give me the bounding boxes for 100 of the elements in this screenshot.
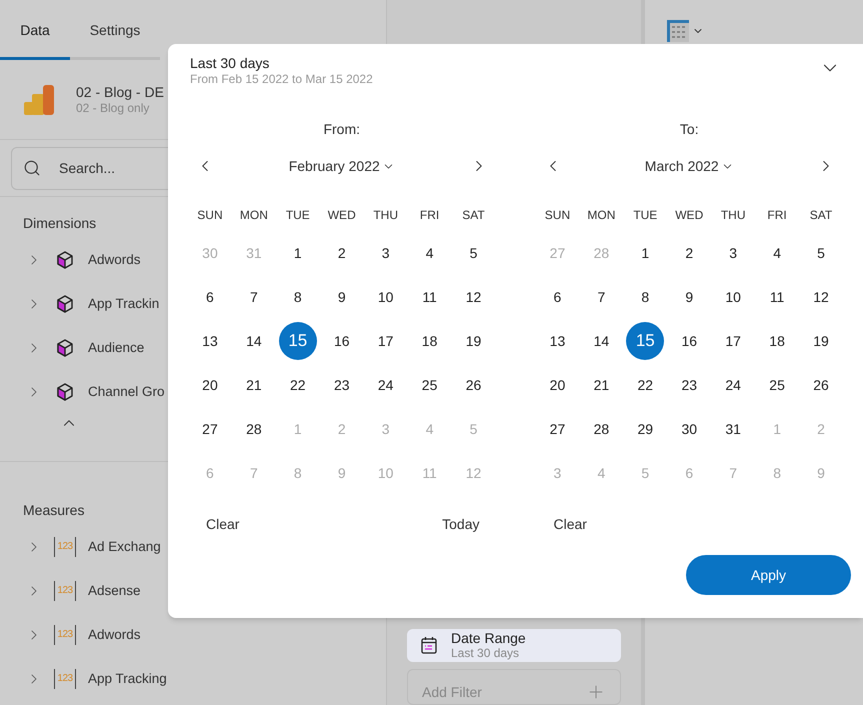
- calendar-day[interactable]: 5: [458, 241, 489, 265]
- weekday-label: FRI: [766, 207, 788, 224]
- calendar-day[interactable]: 10: [718, 285, 748, 309]
- calendar-day[interactable]: 22: [630, 373, 660, 397]
- calendar-day[interactable]: 2: [326, 241, 357, 265]
- calendar-day[interactable]: 20: [542, 373, 572, 397]
- filter-subtitle: Last 30 days: [451, 646, 520, 660]
- calendar-day[interactable]: 14: [586, 329, 616, 353]
- weekday-label: SUN: [196, 207, 224, 224]
- calendar-day[interactable]: 30: [674, 417, 704, 441]
- tree-item-label[interactable]: Audience: [88, 338, 144, 358]
- tree-item-label[interactable]: Adwords: [88, 250, 141, 270]
- calendar-day[interactable]: 15: [278, 322, 317, 360]
- calendar-day[interactable]: 13: [194, 329, 225, 353]
- filter-title: Date Range: [451, 630, 526, 646]
- calendar-day[interactable]: 25: [414, 373, 445, 397]
- calendar-footer-link[interactable]: Clear: [206, 514, 240, 534]
- calendar-day[interactable]: 11: [414, 285, 445, 309]
- source-name: 02 - Blog - DE: [76, 84, 164, 100]
- calendar-day[interactable]: 7: [238, 285, 269, 309]
- calendar-day[interactable]: 9: [674, 285, 704, 309]
- popup-title: Last 30 days: [190, 55, 270, 72]
- weekday-label: WED: [674, 207, 704, 224]
- calendar-day[interactable]: 29: [630, 417, 660, 441]
- month-selector[interactable]: February 2022: [288, 156, 395, 176]
- calendar-footer-link[interactable]: Today: [442, 514, 480, 534]
- weekday-label: MON: [586, 207, 616, 224]
- weekday-label: SAT: [808, 207, 834, 224]
- calendar-day[interactable]: 28: [238, 417, 269, 441]
- calendar-day[interactable]: 6: [542, 285, 572, 309]
- calendar-day[interactable]: 4: [414, 241, 445, 265]
- calendar-day[interactable]: 27: [542, 417, 572, 441]
- tree-item-label[interactable]: Adsense: [88, 580, 141, 602]
- popup-subtitle: From Feb 15 2022 to Mar 15 2022: [190, 72, 373, 86]
- section-heading: Dimensions: [23, 214, 96, 233]
- calendar-day[interactable]: 23: [326, 373, 357, 397]
- calendar-day[interactable]: 31: [718, 417, 748, 441]
- calendar-day[interactable]: 2: [674, 241, 704, 265]
- calendar-day[interactable]: 12: [458, 285, 489, 309]
- analytics-logo-icon: [24, 84, 54, 114]
- calendar-day[interactable]: 27: [194, 417, 225, 441]
- weekday-label: THU: [720, 207, 746, 224]
- calendar-label: To:: [680, 120, 699, 139]
- calendar-day[interactable]: 4: [762, 241, 792, 265]
- tree-item-label[interactable]: Ad Exchang: [88, 536, 161, 558]
- weekday-label: TUE: [284, 207, 311, 224]
- calendar-day[interactable]: 11: [762, 285, 792, 309]
- calendar-footer-link[interactable]: Clear: [554, 514, 587, 534]
- tree-item-label[interactable]: App Trackin: [88, 294, 160, 314]
- calendar-day[interactable]: 19: [458, 329, 489, 353]
- calendar-day[interactable]: 7: [586, 285, 616, 309]
- calendar-day[interactable]: 1: [282, 241, 313, 265]
- calendar-day[interactable]: 18: [762, 329, 792, 353]
- calendar-day[interactable]: 1: [630, 241, 660, 265]
- cube-icon: [55, 338, 75, 358]
- calendar-day[interactable]: 22: [282, 373, 313, 397]
- weekday-label: FRI: [418, 207, 440, 224]
- panel-tab[interactable]: Settings: [70, 3, 160, 57]
- source-subtitle: 02 - Blog only: [76, 100, 150, 116]
- calendar-day[interactable]: 19: [806, 329, 836, 353]
- calendar-day[interactable]: 12: [806, 285, 836, 309]
- calendar-day[interactable]: 26: [458, 373, 489, 397]
- calendar-icon: [421, 636, 437, 654]
- calendar-day[interactable]: 13: [542, 329, 572, 353]
- calendar-day[interactable]: 21: [238, 373, 269, 397]
- calendar-day[interactable]: 3: [370, 241, 401, 265]
- weekday-label: TUE: [632, 207, 658, 224]
- search-icon: [23, 159, 41, 177]
- calendar-day[interactable]: 28: [586, 417, 616, 441]
- calendar-day[interactable]: 14: [238, 329, 269, 353]
- tree-item-label[interactable]: App Tracking: [88, 668, 167, 690]
- calendar-day[interactable]: 24: [718, 373, 748, 397]
- calendar-day[interactable]: 26: [806, 373, 836, 397]
- calendar-day[interactable]: 20: [194, 373, 225, 397]
- calendar-day[interactable]: 25: [762, 373, 792, 397]
- weekday-label: SAT: [461, 207, 486, 224]
- calendar-day[interactable]: 16: [674, 329, 704, 353]
- weekday-label: WED: [326, 207, 357, 224]
- calendar-day[interactable]: 8: [282, 285, 313, 309]
- calendar-day[interactable]: 23: [674, 373, 704, 397]
- apply-button[interactable]: Apply: [686, 555, 851, 595]
- calendar-day[interactable]: 24: [370, 373, 401, 397]
- calendar-day[interactable]: 15: [626, 322, 664, 360]
- calendar-day[interactable]: 16: [326, 329, 357, 353]
- month-selector[interactable]: March 2022: [644, 156, 734, 176]
- calendar-day[interactable]: 3: [718, 241, 748, 265]
- date-range-filter[interactable]: Date Range Last 30 days: [407, 629, 621, 662]
- calendar-day[interactable]: 8: [630, 285, 660, 309]
- panel-tab[interactable]: Data: [0, 3, 70, 60]
- calendar-day[interactable]: 21: [586, 373, 616, 397]
- calendar-day[interactable]: 17: [718, 329, 748, 353]
- calendar-day[interactable]: 18: [414, 329, 445, 353]
- calendar-day[interactable]: 17: [370, 329, 401, 353]
- tree-item-label[interactable]: Adwords: [88, 624, 141, 646]
- calendar-day[interactable]: 5: [806, 241, 836, 265]
- tree-item-label[interactable]: Channel Gro: [88, 382, 165, 402]
- calendar-day[interactable]: 9: [326, 285, 357, 309]
- cube-icon: [55, 250, 75, 270]
- calendar-day[interactable]: 6: [194, 285, 225, 309]
- calendar-day[interactable]: 10: [370, 285, 401, 309]
